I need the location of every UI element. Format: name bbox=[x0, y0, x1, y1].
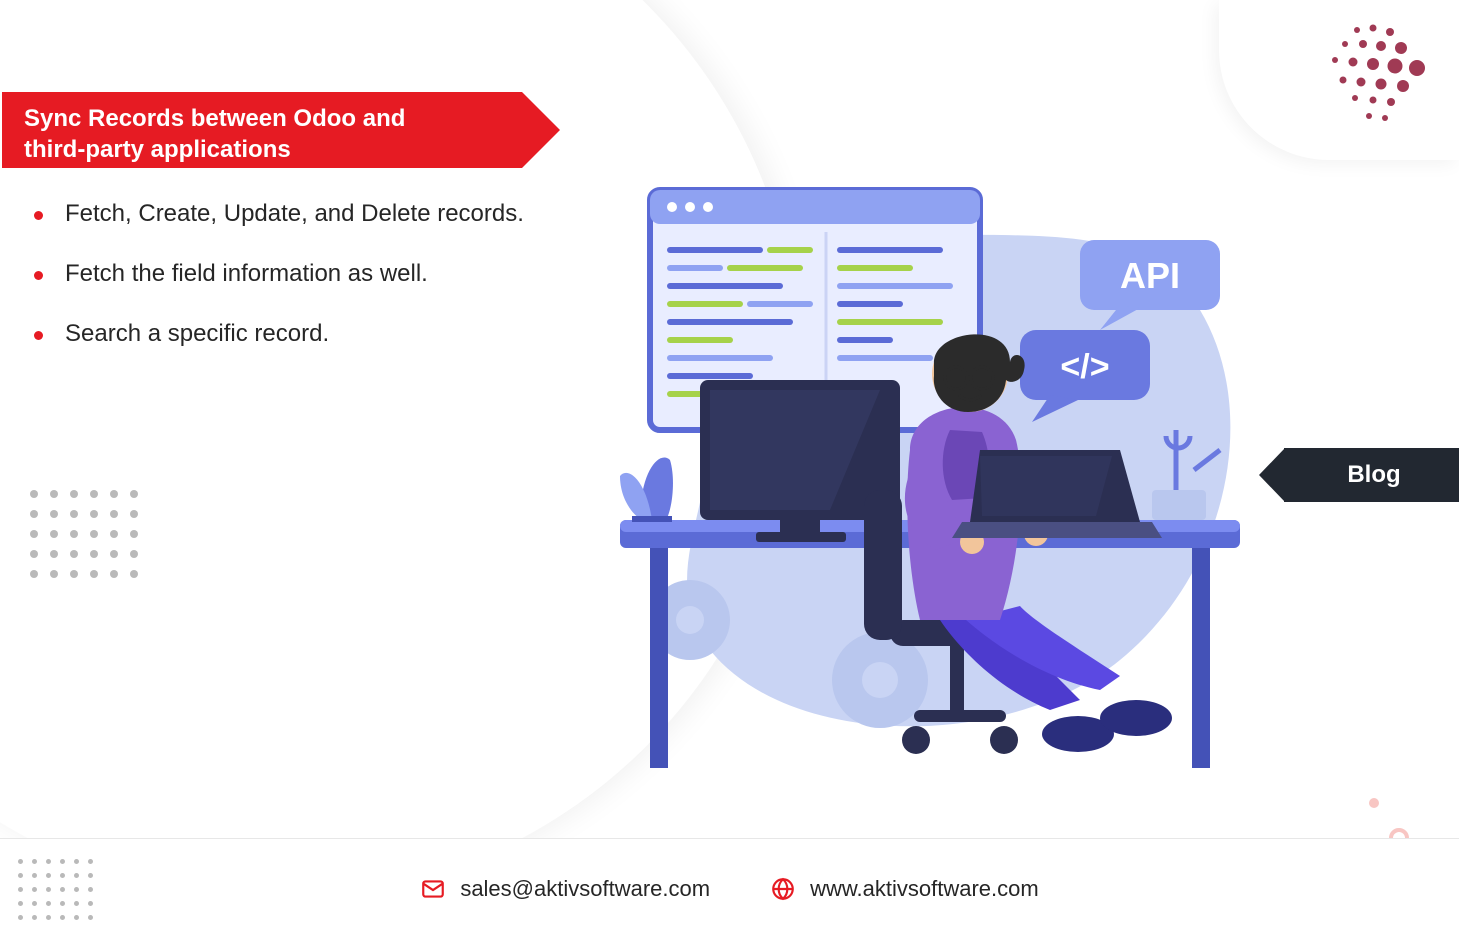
brand-logo-icon bbox=[1295, 22, 1425, 132]
brand-logo-corner bbox=[1219, 0, 1459, 160]
mail-icon bbox=[420, 876, 446, 902]
blog-badge: Blog bbox=[1259, 448, 1459, 502]
footer-website-text: www.aktivsoftware.com bbox=[810, 876, 1039, 902]
banner-line-1: Sync Records between Odoo and bbox=[24, 105, 405, 132]
bullet-dot-icon bbox=[34, 211, 43, 220]
decorative-mask bbox=[0, 0, 615, 81]
svg-text:</>: </> bbox=[1060, 348, 1109, 386]
svg-text:API: API bbox=[1120, 255, 1180, 296]
list-item-label: Fetch the field information as well. bbox=[65, 260, 428, 288]
headline-banner: Sync Records between Odoo and third-part… bbox=[2, 92, 522, 168]
feature-list: Fetch, Create, Update, and Delete record… bbox=[28, 200, 568, 380]
globe-icon bbox=[770, 876, 796, 902]
list-item: Fetch the field information as well. bbox=[28, 260, 568, 288]
bullet-dot-icon bbox=[34, 271, 43, 280]
footer-email-text: sales@aktivsoftware.com bbox=[460, 876, 710, 902]
accent-dot-icon bbox=[1369, 798, 1379, 808]
footer-email[interactable]: sales@aktivsoftware.com bbox=[420, 876, 710, 902]
badge-label: Blog bbox=[1259, 448, 1459, 502]
hero-illustration: API </> bbox=[580, 150, 1280, 800]
footer-bar: sales@aktivsoftware.com www.aktivsoftwar… bbox=[0, 838, 1459, 938]
page-canvas: Sync Records between Odoo and third-part… bbox=[0, 0, 1459, 938]
decorative-dot-grid-small bbox=[18, 859, 93, 920]
list-item-label: Fetch, Create, Update, and Delete record… bbox=[65, 200, 524, 228]
bullet-dot-icon bbox=[34, 331, 43, 340]
banner-line-2: third-party applications bbox=[24, 136, 291, 163]
list-item-label: Search a specific record. bbox=[65, 320, 329, 348]
decorative-dot-grid bbox=[30, 490, 138, 578]
footer-website[interactable]: www.aktivsoftware.com bbox=[770, 876, 1039, 902]
banner-arrow bbox=[522, 92, 560, 168]
list-item: Search a specific record. bbox=[28, 320, 568, 348]
list-item: Fetch, Create, Update, and Delete record… bbox=[28, 200, 568, 228]
